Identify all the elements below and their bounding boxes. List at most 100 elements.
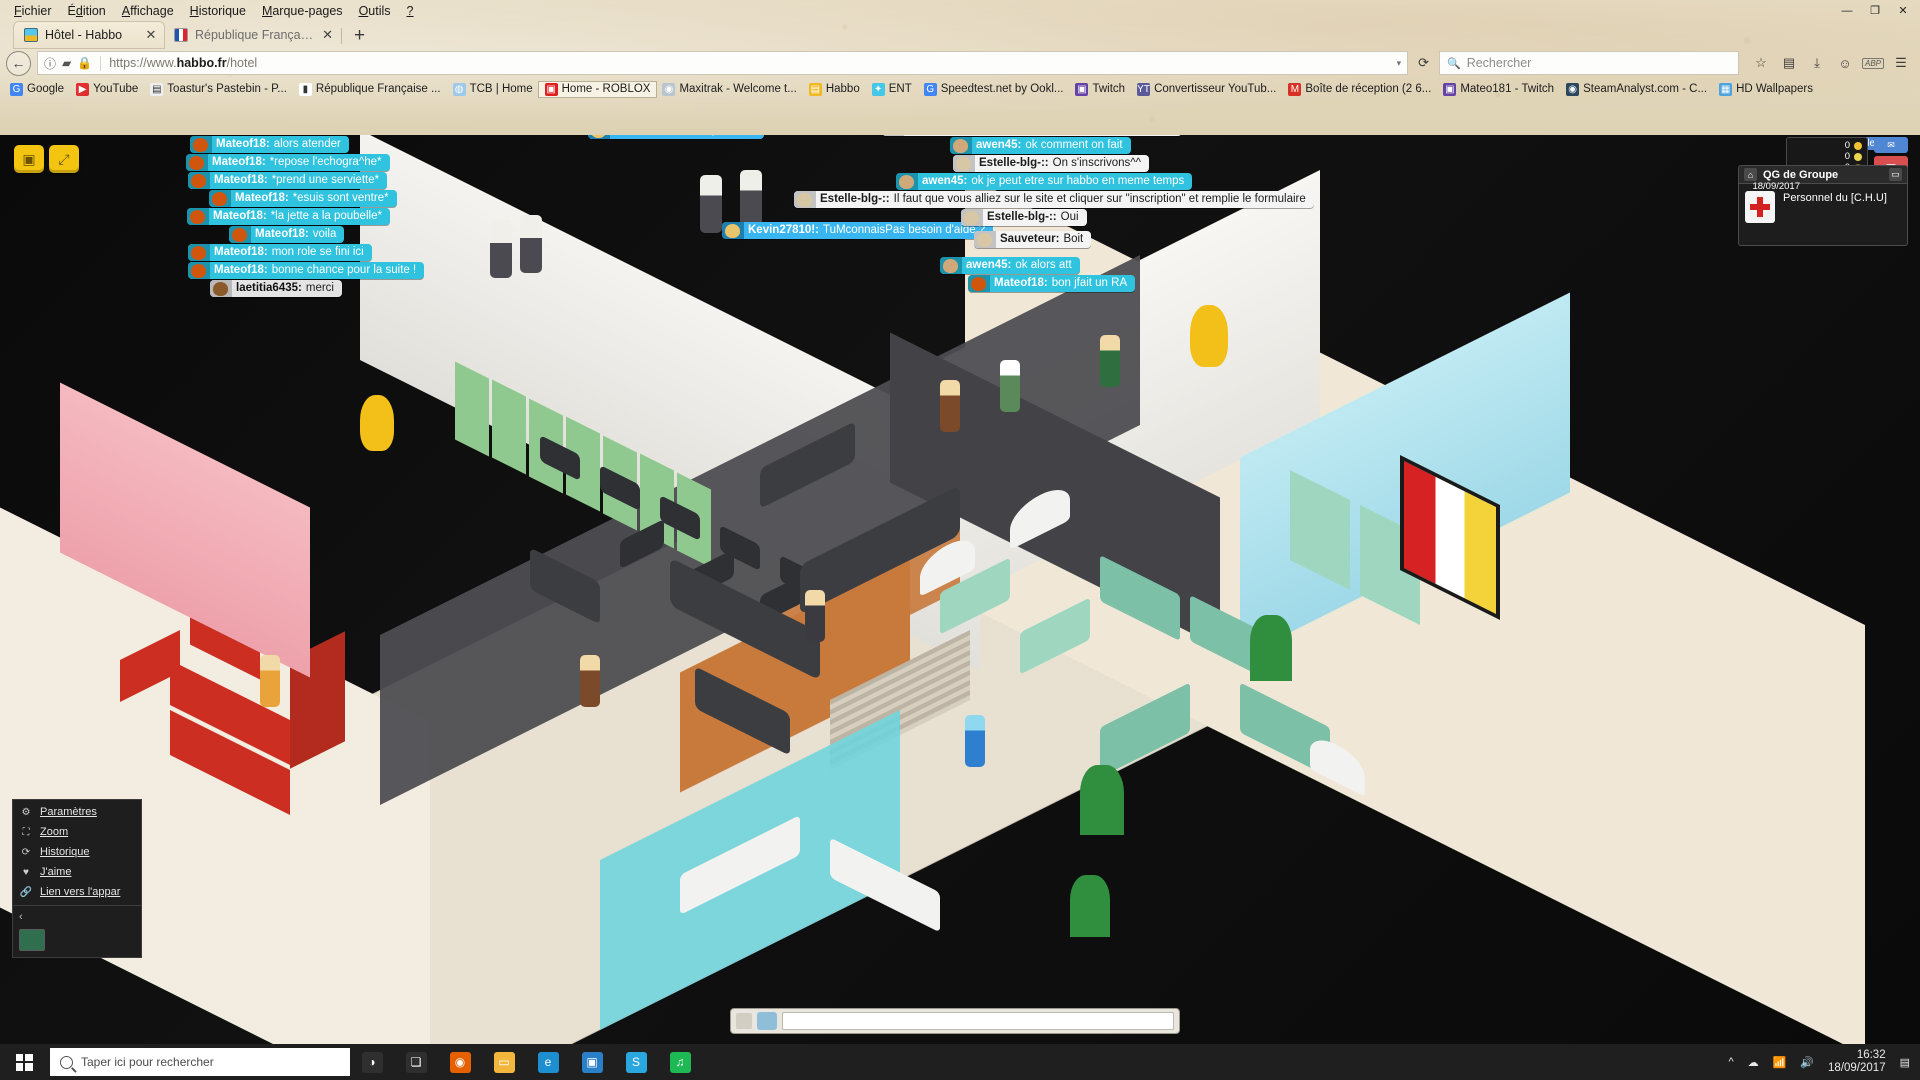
bookmark-roblox[interactable]: ▣ Home - ROBLOX [538, 81, 657, 97]
fullscreen-icon[interactable]: ⤢ [49, 145, 79, 173]
network-icon[interactable]: 📶 [1773, 1056, 1787, 1069]
clock[interactable]: 16:32 18/09/2017 [1828, 1049, 1886, 1075]
menu-help[interactable]: ? [399, 1, 422, 21]
avatar[interactable] [260, 655, 280, 707]
context-menu-item-link[interactable]: 🔗 Lien vers l'appar [13, 882, 141, 902]
start-button[interactable] [0, 1044, 48, 1080]
url-bar[interactable]: ⓘ ▰ 🔒 https://www.habbo.fr/hotel ▾ [37, 51, 1409, 75]
bookmark-steam[interactable]: ◉ SteamAnalyst.com - C... [1560, 82, 1713, 97]
bookmark-star-icon[interactable]: ☆ [1748, 51, 1774, 75]
bookmark-gmail[interactable]: M Boîte de réception (2 6... [1282, 82, 1437, 97]
minimize-button[interactable]: — [1834, 2, 1860, 19]
tab-habbo-label: Hôtel - Habbo [45, 28, 123, 42]
menu-historique[interactable]: Historique [182, 1, 254, 21]
hud-blue-button[interactable]: ✉ [1874, 137, 1908, 153]
tab-habbo[interactable]: Hôtel - Habbo ✕ [14, 22, 164, 48]
screenshot-icon[interactable]: ▰ [62, 56, 71, 70]
minimize-icon[interactable]: ▭ [1889, 168, 1902, 181]
taskbar-skype[interactable]: S [614, 1044, 658, 1080]
bookmark-youtube[interactable]: ▶ YouTube [70, 82, 144, 97]
context-menu-item-zoom[interactable]: ⛶ Zoom [13, 822, 141, 842]
search-bar[interactable]: 🔍 Rechercher [1439, 51, 1739, 75]
menu-affichage[interactable]: Affichage [114, 1, 182, 21]
taskbar-firefox[interactable]: ◉ [438, 1044, 482, 1080]
download-icon[interactable]: ⤓ [1804, 51, 1830, 75]
taskbar-search[interactable]: Taper ici pour rechercher [50, 1048, 350, 1076]
minimize-room-icon[interactable]: ▣ [14, 145, 44, 173]
habbo-game-area[interactable]: ▣ ⤢ Mateof18:bravolaetitia6435:merciMate… [0, 135, 1920, 1044]
bookmark-yt-mp3[interactable]: YT Convertisseur YouTub... [1131, 82, 1282, 97]
context-menu-item-gear[interactable]: ⚙ Paramètres [13, 802, 141, 822]
menu-icon[interactable]: ☰ [1888, 51, 1914, 75]
context-menu-back[interactable]: ‹ [13, 909, 141, 925]
chevron-down-icon[interactable]: ▾ [1397, 58, 1402, 69]
pocket-badge[interactable]: ABP [1860, 51, 1886, 75]
menu-fichier[interactable]: Fichier [6, 1, 60, 21]
taskbar-cortana[interactable]: ◑ [350, 1044, 394, 1080]
taskbar-file-explorer[interactable]: ▭ [482, 1044, 526, 1080]
flag-icon[interactable] [736, 1013, 752, 1029]
chat-input[interactable] [782, 1012, 1174, 1030]
avatar[interactable] [490, 220, 512, 278]
bookmark-label: Speedtest.net by Ookl... [940, 83, 1064, 95]
chat-input-bar[interactable] [730, 1008, 1180, 1034]
taskbar-edge[interactable]: e [526, 1044, 570, 1080]
account-icon[interactable]: ☺ [1832, 51, 1858, 75]
close-icon[interactable]: ✕ [144, 28, 158, 42]
bookmark-pastebin[interactable]: ▤ Toastur's Pastebin - P... [144, 82, 293, 97]
back-button[interactable]: ← [6, 50, 31, 76]
avatar-head-icon[interactable] [757, 1012, 777, 1030]
context-menu-item-history[interactable]: ⟳ Historique [13, 842, 141, 862]
bookmark-tcb[interactable]: ◍ TCB | Home [447, 82, 539, 97]
menu-edition[interactable]: Édition [60, 1, 114, 21]
taskbar-spotify[interactable]: ♫ [658, 1044, 702, 1080]
credit-coin-icon [1854, 141, 1862, 150]
avatar[interactable] [965, 715, 985, 767]
bookmark-ent[interactable]: ✦ ENT [866, 82, 918, 97]
avatar[interactable] [520, 215, 542, 273]
bookmark-habbo[interactable]: ▤ Habbo [803, 82, 866, 97]
avatar[interactable] [1000, 360, 1020, 412]
close-window-button[interactable]: ✕ [1890, 2, 1916, 19]
bookmark-globe[interactable]: ◉ Maxitrak - Welcome t... [656, 82, 802, 97]
taskbar-task-view[interactable]: ❏ [394, 1044, 438, 1080]
chat-avatar-icon [882, 135, 904, 136]
menu-outils[interactable]: Outils [351, 1, 399, 21]
reader-view-icon[interactable]: ▤ [1776, 51, 1802, 75]
context-menu-item-heart[interactable]: ♥ J'aime [13, 862, 141, 882]
bookmark-google[interactable]: G Google [4, 82, 70, 97]
reload-button[interactable]: ⟳ [1414, 55, 1433, 71]
notification-icon[interactable]: ▤ [1900, 1056, 1910, 1069]
rubber-duck-statue [1190, 305, 1228, 367]
group-hq-panel[interactable]: ⌂ QG de Groupe ▭ Personnel du [C.H.U] [1738, 165, 1908, 246]
tray-chevron-icon[interactable]: ^ [1728, 1056, 1733, 1068]
avatar[interactable] [940, 380, 960, 432]
bookmark-google[interactable]: G Speedtest.net by Ookl... [918, 82, 1070, 97]
diamonds-row: 0 [1792, 151, 1862, 162]
bookmark-label: Twitch [1092, 83, 1126, 95]
bookmark-wallpaper[interactable]: ▦ HD Wallpapers [1713, 82, 1819, 97]
navigation-bar: ← ⓘ ▰ 🔒 https://www.habbo.fr/hotel ▾ ⟳ 🔍… [0, 48, 1920, 78]
taskbar-store[interactable]: ▣ [570, 1044, 614, 1080]
steam-icon: ◉ [1566, 82, 1580, 96]
room-canvas[interactable]: ▣ ⤢ Mateof18:bravolaetitia6435:merciMate… [0, 135, 1920, 1044]
close-icon[interactable]: ✕ [322, 28, 333, 42]
avatar[interactable] [1100, 335, 1120, 387]
bookmark-twitch[interactable]: ▣ Twitch [1069, 82, 1131, 97]
avatar[interactable] [700, 175, 722, 233]
volume-icon[interactable]: 🔊 [1800, 1056, 1814, 1069]
menu-marque-pages[interactable]: Marque-pages [254, 1, 351, 21]
onedrive-icon[interactable]: ☁ [1748, 1056, 1759, 1069]
bookmark-french-flag[interactable]: ▮ République Française ... [293, 82, 447, 97]
maximize-button[interactable]: ❐ [1862, 2, 1888, 19]
gmail-icon: M [1288, 82, 1302, 96]
avatar[interactable] [805, 590, 825, 642]
room-context-menu[interactable]: ⚙ Paramètres ⛶ Zoom ⟳ Historique ♥ J'aime 🔗 Lien … [12, 799, 142, 958]
tab-republique[interactable]: République Française de Hab ✕ [164, 22, 339, 48]
bookmark-twitch[interactable]: ▣ Mateo181 - Twitch [1437, 82, 1560, 97]
new-tab-button[interactable]: + [344, 26, 375, 46]
avatar[interactable] [580, 655, 600, 707]
room-thumbnail[interactable] [19, 929, 45, 951]
info-icon[interactable]: ⓘ [44, 55, 56, 72]
avatar[interactable] [740, 170, 762, 228]
